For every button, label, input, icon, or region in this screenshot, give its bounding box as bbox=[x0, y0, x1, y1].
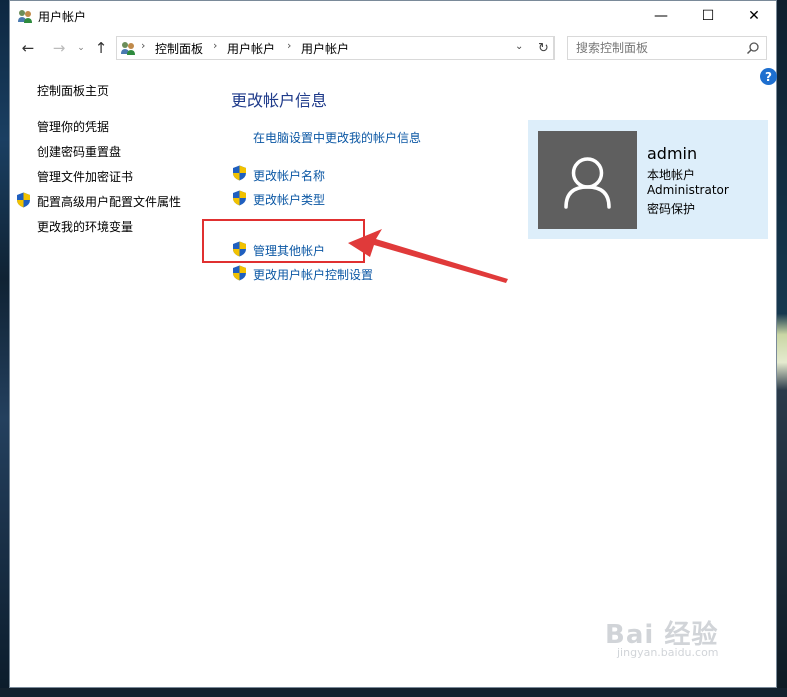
uac-shield-icon bbox=[233, 190, 246, 206]
desktop-background-left bbox=[0, 0, 9, 697]
breadcrumb-user-accounts-current[interactable]: 用户帐户 bbox=[301, 40, 349, 57]
refresh-icon: ↻ bbox=[538, 40, 549, 56]
user-name: admin bbox=[647, 144, 698, 163]
password-status-label: 密码保护 bbox=[647, 202, 696, 216]
maximize-button[interactable]: ☐ bbox=[685, 1, 731, 31]
account-type-label: 本地帐户 bbox=[647, 168, 696, 182]
minimize-icon: — bbox=[654, 8, 668, 24]
control-panel-icon bbox=[121, 42, 135, 55]
user-accounts-icon bbox=[18, 10, 32, 23]
user-accounts-window: 用户帐户 — ☐ ✕ ← → ⌄ ↑ › 控制面板 › 用户帐户 › 用户帐户 … bbox=[9, 0, 777, 688]
search-icon[interactable] bbox=[746, 41, 760, 55]
sidebar-item-manage-credentials[interactable]: 管理你的凭据 bbox=[37, 118, 109, 135]
maximize-icon: ☐ bbox=[701, 8, 715, 24]
window-title: 用户帐户 bbox=[38, 10, 87, 24]
forward-button[interactable]: → bbox=[48, 37, 70, 59]
annotation-arrow bbox=[348, 229, 508, 283]
back-arrow-icon: ← bbox=[21, 39, 35, 57]
address-bar: ← → ⌄ ↑ › 控制面板 › 用户帐户 › 用户帐户 ⌄ ↻ bbox=[10, 31, 776, 65]
link-change-account-type[interactable]: 更改帐户类型 bbox=[253, 191, 325, 208]
uac-shield-icon bbox=[233, 265, 246, 281]
address-dropdown-icon[interactable]: ⌄ bbox=[515, 41, 523, 52]
refresh-button[interactable]: ↻ bbox=[533, 36, 555, 60]
avatar bbox=[538, 131, 637, 229]
recent-locations-button[interactable]: ⌄ bbox=[70, 37, 92, 59]
account-group-label: Administrator bbox=[647, 183, 729, 197]
address-box[interactable]: › 控制面板 › 用户帐户 › 用户帐户 ⌄ bbox=[116, 36, 554, 60]
user-silhouette-icon bbox=[564, 157, 611, 209]
breadcrumb-separator-icon: › bbox=[287, 39, 292, 52]
close-button[interactable]: ✕ bbox=[731, 1, 777, 31]
sidebar-item-environment-variables[interactable]: 更改我的环境变量 bbox=[37, 218, 133, 235]
chevron-down-icon: ⌄ bbox=[77, 43, 85, 53]
desktop-background-bottom bbox=[0, 688, 787, 697]
search-box bbox=[567, 36, 767, 60]
uac-shield-icon bbox=[233, 165, 246, 181]
link-change-account-name[interactable]: 更改帐户名称 bbox=[253, 167, 325, 184]
breadcrumb-user-accounts[interactable]: 用户帐户 bbox=[227, 40, 275, 57]
title-bar[interactable]: 用户帐户 — ☐ ✕ bbox=[10, 1, 776, 31]
sidebar-item-advanced-user-profile[interactable]: 配置高级用户配置文件属性 bbox=[37, 193, 181, 210]
page-title: 更改帐户信息 bbox=[231, 91, 328, 110]
up-button[interactable]: ↑ bbox=[90, 37, 112, 59]
uac-shield-icon bbox=[17, 192, 30, 208]
up-arrow-icon: ↑ bbox=[94, 39, 108, 57]
desktop-background-right bbox=[777, 0, 787, 697]
sidebar-item-control-panel-home[interactable]: 控制面板主页 bbox=[37, 82, 109, 99]
breadcrumb-separator-icon: › bbox=[213, 39, 218, 52]
back-button[interactable]: ← bbox=[17, 37, 39, 59]
minimize-button[interactable]: — bbox=[638, 1, 684, 31]
close-icon: ✕ bbox=[748, 8, 760, 24]
breadcrumb-control-panel[interactable]: 控制面板 bbox=[155, 40, 203, 57]
watermark-url: jingyan.baidu.com bbox=[617, 646, 719, 659]
link-change-account-in-pc-settings[interactable]: 在电脑设置中更改我的帐户信息 bbox=[253, 129, 421, 146]
forward-arrow-icon: → bbox=[52, 39, 66, 57]
user-account-card: admin 本地帐户 Administrator 密码保护 bbox=[528, 120, 768, 239]
breadcrumb-separator-icon: › bbox=[141, 39, 146, 52]
sidebar-item-create-password-reset-disk[interactable]: 创建密码重置盘 bbox=[37, 143, 121, 160]
sidebar-item-manage-file-encryption[interactable]: 管理文件加密证书 bbox=[37, 168, 133, 185]
search-input[interactable] bbox=[568, 37, 743, 59]
help-icon[interactable]: ? bbox=[760, 68, 777, 85]
baidu-jingyan-watermark: Bai 经验 jingyan.baidu.com bbox=[605, 606, 775, 666]
